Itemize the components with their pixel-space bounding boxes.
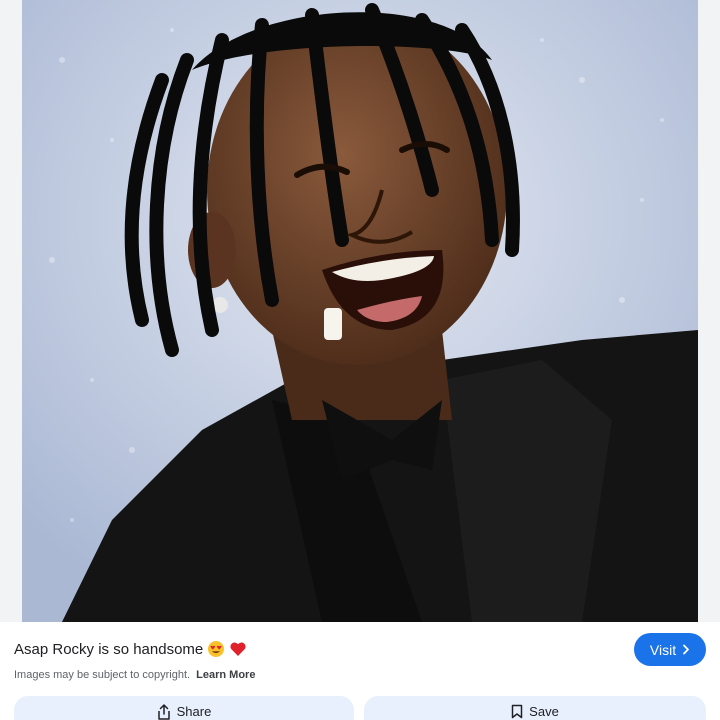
disclaimer-text: Images may be subject to copyright. — [14, 669, 191, 681]
bookmark-icon — [511, 704, 523, 719]
share-button-label: Share — [176, 704, 212, 719]
pin-info-panel: Asap Rocky is so handsome Images may be … — [0, 622, 720, 720]
share-button[interactable]: Share — [14, 696, 354, 720]
visit-button[interactable]: Visit — [634, 633, 706, 666]
share-icon — [157, 704, 170, 720]
main-photo[interactable] — [22, 0, 698, 622]
learn-more-link[interactable]: Learn More — [196, 669, 255, 681]
photo-illustration — [22, 0, 698, 622]
save-button-label: Save — [529, 704, 559, 719]
action-bar: Share Save — [0, 696, 720, 720]
pin-title-row: Asap Rocky is so handsome — [14, 640, 247, 658]
save-button[interactable]: Save — [364, 696, 706, 720]
copyright-disclaimer: Images may be subject to copyright. Lear… — [14, 669, 255, 681]
chevron-right-icon — [683, 644, 689, 655]
pin-title: Asap Rocky is so handsome — [14, 640, 204, 658]
visit-button-label: Visit — [649, 641, 677, 658]
heart-eyes-emoji-icon — [208, 641, 225, 657]
red-heart-emoji-icon — [230, 642, 246, 656]
image-preview-area — [0, 0, 720, 622]
